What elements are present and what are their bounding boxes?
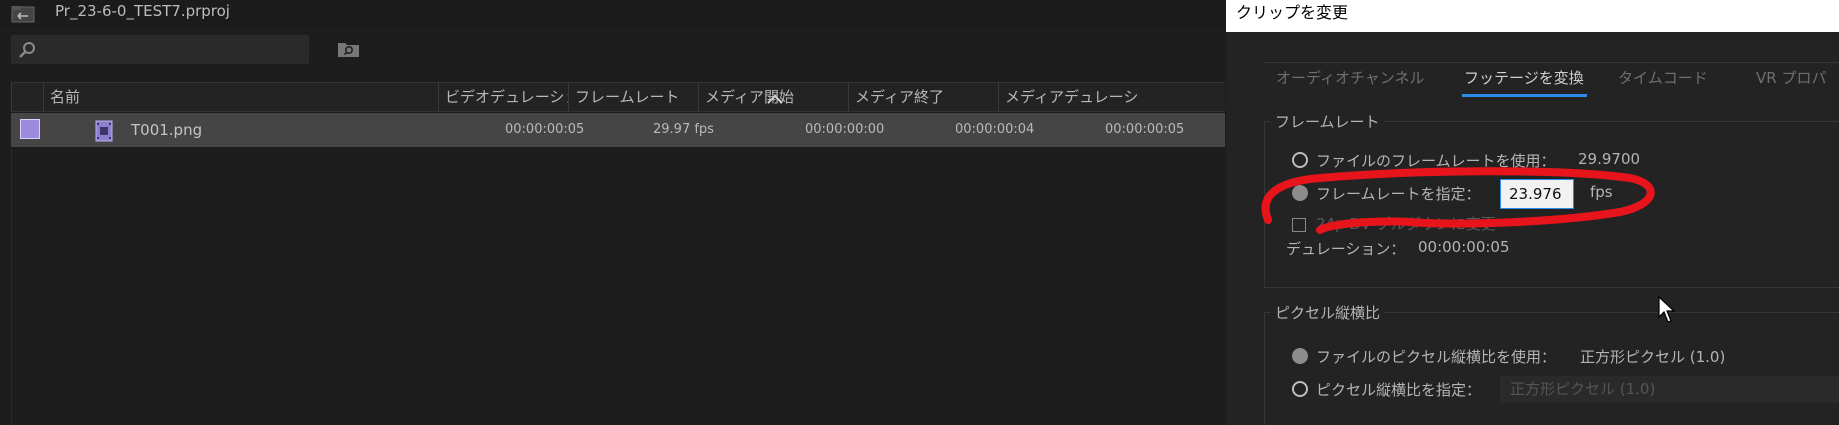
duration-value: 00:00:00:05 <box>1418 238 1510 256</box>
project-folder-icon[interactable] <box>11 5 35 23</box>
dv-pulldown-label: 24p DV プルダウンに変更 <box>1316 215 1496 233</box>
conform-par-radio[interactable] <box>1292 381 1308 397</box>
file-frame-rate-value: 29.9700 <box>1578 150 1641 168</box>
tab-timecode[interactable]: タイムコード <box>1618 67 1708 88</box>
pixel-aspect-ratio-section <box>1264 312 1839 425</box>
still-image-clip-icon <box>95 120 113 142</box>
column-header-name[interactable]: 名前 <box>43 83 438 111</box>
clip-media-start: 00:00:00:00 <box>805 122 885 137</box>
project-file-name: Pr_23-6-0_TEST7.prproj <box>55 2 230 20</box>
column-header-frame-rate[interactable]: フレームレート <box>568 83 698 111</box>
file-par-value: 正方形ピクセル (1.0) <box>1580 348 1726 366</box>
clip-frame-rate: 29.97 fps <box>653 122 714 137</box>
tab-vr-properties[interactable]: VR プロパ <box>1756 67 1826 88</box>
tab-audio-channels[interactable]: オーディオチャンネル <box>1276 67 1425 88</box>
mouse-cursor-icon <box>1658 296 1676 323</box>
search-box[interactable] <box>11 35 309 64</box>
duration-label: デュレーション： <box>1286 240 1406 258</box>
frame-rate-section-title: フレームレート <box>1271 111 1384 132</box>
column-header-media-end[interactable]: メディア終了 <box>848 83 998 111</box>
clip-video-duration: 00:00:00:05 <box>505 122 585 137</box>
dv-pulldown-checkbox[interactable] <box>1292 218 1306 232</box>
active-tab-indicator <box>1462 94 1587 97</box>
search-icon <box>19 42 35 58</box>
column-header-media-duration[interactable]: メディアデュレーシ <box>998 83 1225 111</box>
table-row[interactable]: T001.png 00:00:00:05 29.97 fps 00:00:00:… <box>11 113 1225 147</box>
conform-par-dropdown[interactable]: 正方形ピクセル (1.0) <box>1500 376 1839 403</box>
clip-name: T001.png <box>131 121 203 139</box>
project-panel: Pr_23-6-0_TEST7.prproj 名前 ビデオデュレーショ フレーム… <box>0 0 1225 425</box>
assume-frame-rate-radio[interactable] <box>1292 185 1308 201</box>
project-list-area[interactable] <box>11 148 1226 425</box>
dialog-title: クリップを変更 <box>1226 0 1839 32</box>
search-input[interactable] <box>41 38 305 62</box>
column-header-row: 名前 ビデオデュレーショ フレームレート メディア開始 メディア終了 メディアデ… <box>11 82 1225 112</box>
use-file-frame-rate-label: ファイルのフレームレートを使用： <box>1316 152 1556 170</box>
project-title-bar: Pr_23-6-0_TEST7.prproj <box>0 0 1225 28</box>
fps-unit-label: fps <box>1590 183 1613 201</box>
use-file-frame-rate-radio[interactable] <box>1292 152 1308 168</box>
find-bin-icon[interactable] <box>337 40 360 58</box>
sort-ascending-icon[interactable] <box>767 94 783 104</box>
conform-par-label: ピクセル縦横比を指定： <box>1316 381 1482 399</box>
assume-frame-rate-input[interactable] <box>1500 179 1574 209</box>
tab-interpret-footage[interactable]: フッテージを変換 <box>1464 67 1584 88</box>
column-header-video-duration[interactable]: ビデオデュレーショ <box>438 83 568 111</box>
label-column-header[interactable] <box>11 83 43 111</box>
use-file-par-radio[interactable] <box>1292 348 1308 364</box>
assume-frame-rate-label: フレームレートを指定： <box>1316 185 1481 203</box>
use-file-par-label: ファイルのピクセル縦横比を使用： <box>1316 348 1557 366</box>
pixel-aspect-ratio-section-title: ピクセル縦横比 <box>1271 302 1385 323</box>
clip-media-end: 00:00:00:04 <box>955 122 1035 137</box>
clip-media-duration: 00:00:00:05 <box>1105 122 1185 137</box>
label-color-swatch[interactable] <box>20 119 40 139</box>
